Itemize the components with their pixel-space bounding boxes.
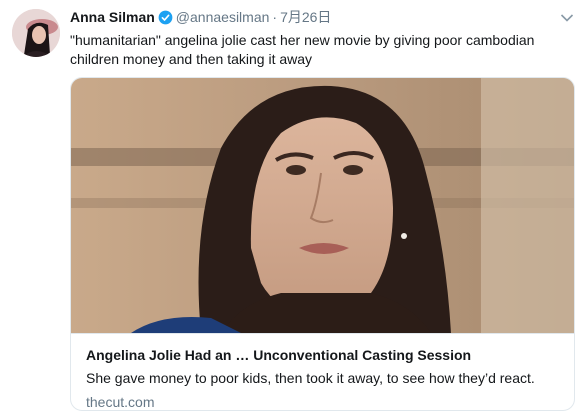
card-title[interactable]: Angelina Jolie Had an … Unconventional C… — [86, 346, 560, 364]
tweet-header: Anna Silman @annaesilman · 7月26日 — [70, 8, 555, 29]
card-domain[interactable]: thecut.com — [86, 393, 560, 410]
link-card[interactable]: Angelina Jolie Had an … Unconventional C… — [70, 77, 575, 411]
verified-badge-icon — [158, 10, 173, 29]
card-image[interactable] — [71, 78, 575, 333]
author-name[interactable]: Anna Silman — [70, 9, 155, 25]
chevron-down-icon[interactable] — [560, 10, 574, 22]
tweet-text: "humanitarian" angelina jolie cast her n… — [70, 32, 535, 67]
card-description: She gave money to poor kids, then took i… — [86, 370, 535, 386]
tweet-timestamp[interactable]: 7月26日 — [280, 9, 331, 25]
avatar-image — [12, 9, 60, 57]
author-handle[interactable]: @annaesilman — [176, 9, 270, 25]
avatar[interactable] — [12, 9, 60, 57]
card-body[interactable]: Angelina Jolie Had an … Unconventional C… — [71, 333, 574, 410]
header-separator: · — [272, 9, 278, 25]
